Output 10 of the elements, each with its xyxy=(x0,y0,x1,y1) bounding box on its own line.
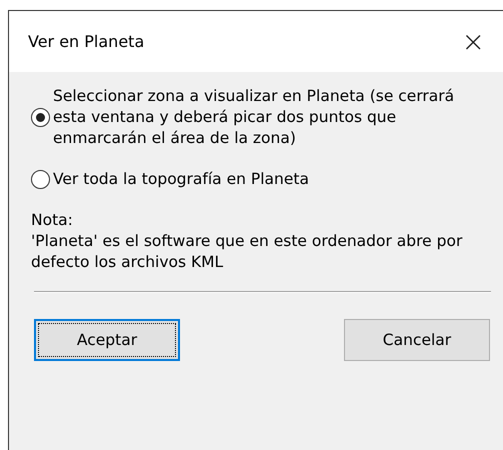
window-title: Ver en Planeta xyxy=(28,32,144,51)
cancel-button[interactable]: Cancelar xyxy=(344,319,490,361)
radio-label: Seleccionar zona a visualizar en Planeta (se cerrará esta ventana y deberá picar dos puntos que enmarcarán el área de la zona) xyxy=(53,86,456,149)
radio-button[interactable] xyxy=(31,170,50,189)
radio-button[interactable] xyxy=(31,108,50,127)
note-text: 'Planeta' es el software que en este ordenador abre por defecto los archivos KML xyxy=(31,231,464,273)
radio-label: Ver toda la topografía en Planeta xyxy=(53,169,310,190)
note-heading: Nota: xyxy=(31,210,73,231)
close-button[interactable]: × xyxy=(456,28,491,56)
accept-button[interactable]: Aceptar xyxy=(34,319,180,361)
